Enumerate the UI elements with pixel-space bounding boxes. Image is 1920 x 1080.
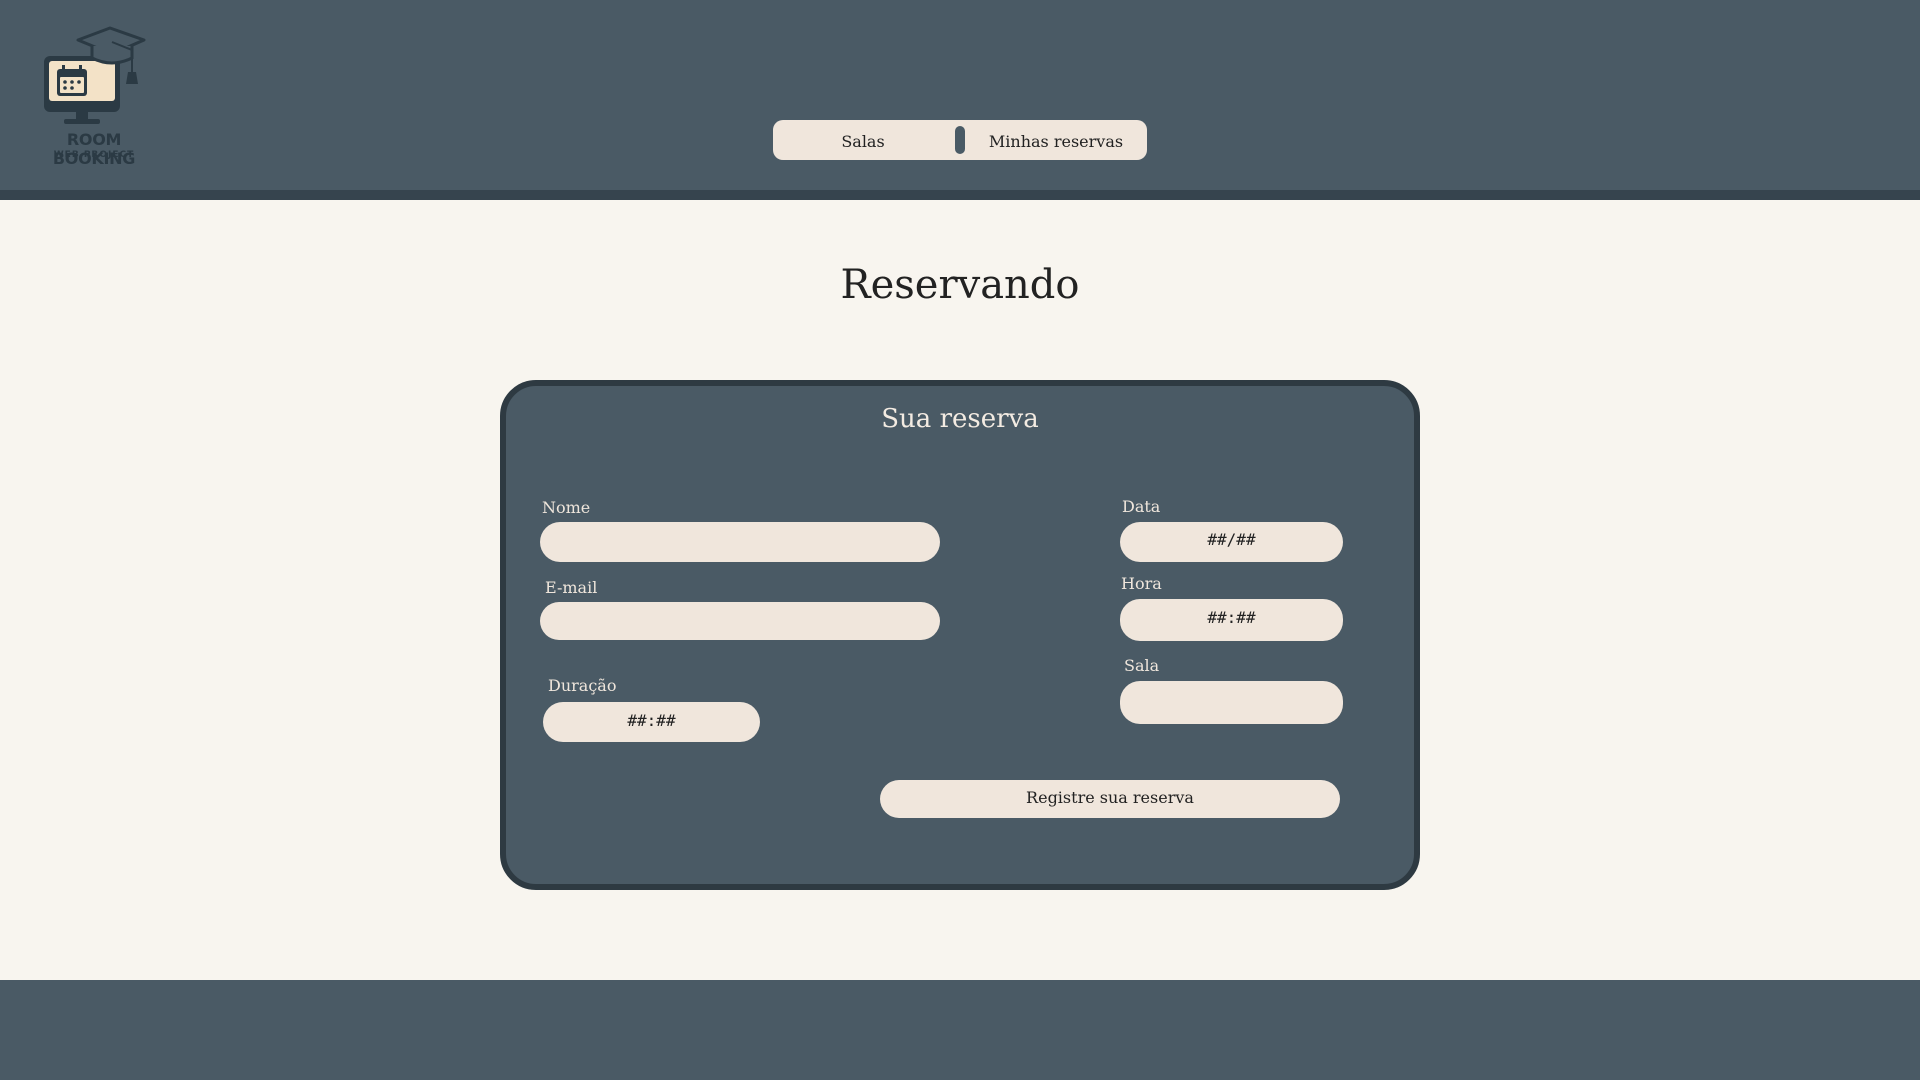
main-nav: Salas Minhas reservas	[773, 120, 1147, 160]
logo-subtitle: WEB PROJECT	[53, 150, 135, 160]
sala-label: Sala	[1124, 656, 1160, 675]
email-label: E-mail	[545, 578, 598, 597]
nav-divider	[955, 126, 965, 154]
room-booking-logo[interactable]: ROOM BOOKING WEB PROJECT	[24, 26, 164, 168]
hora-label: Hora	[1121, 574, 1162, 593]
page-title: Reservando	[840, 262, 1080, 308]
logo-title: ROOM BOOKING	[52, 130, 136, 168]
data-field[interactable]: ##/##	[1120, 522, 1343, 562]
duracao-label: Duração	[548, 676, 617, 695]
nome-label: Nome	[542, 498, 591, 517]
hora-field[interactable]: ##:##	[1120, 599, 1343, 641]
submit-reservation-button[interactable]: Registre sua reserva	[880, 780, 1340, 818]
form-title: Sua reserva	[881, 404, 1039, 434]
nome-field[interactable]	[540, 522, 940, 562]
monitor-calendar-graduation-icon	[44, 26, 146, 124]
email-field[interactable]	[540, 602, 940, 640]
header: ROOM BOOKING WEB PROJECT Salas Minhas re…	[0, 0, 1920, 190]
nav-minhas-reservas-link[interactable]: Minhas reservas	[965, 120, 1147, 160]
nav-salas-link[interactable]: Salas	[773, 120, 953, 160]
footer	[0, 980, 1920, 1080]
reservation-form: Sua reserva Nome E-mail Duração ##:## Da…	[500, 380, 1420, 890]
sala-field[interactable]	[1120, 681, 1343, 724]
duracao-field[interactable]: ##:##	[543, 702, 760, 742]
header-border	[0, 190, 1920, 200]
data-label: Data	[1122, 497, 1161, 516]
